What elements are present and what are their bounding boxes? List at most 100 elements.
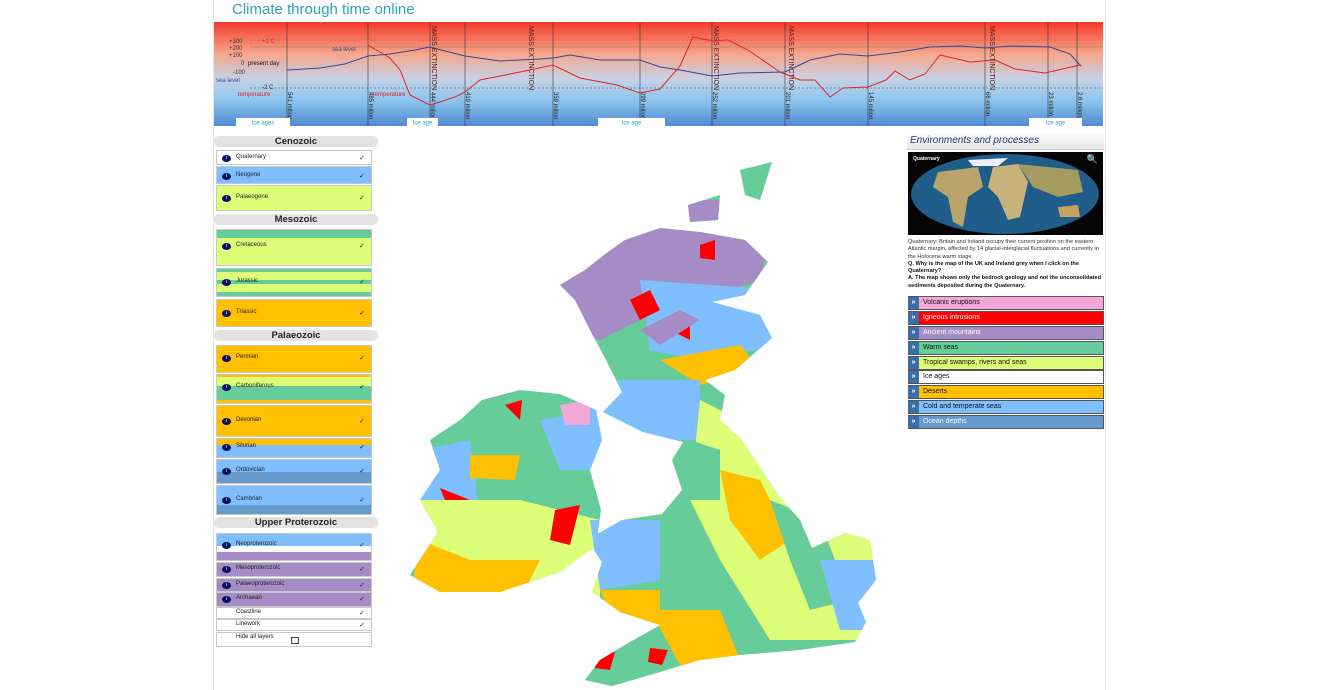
- era-header: Cenozoic: [214, 136, 378, 147]
- layer-toggle-carboniferous[interactable]: i Carboniferous ✓: [216, 374, 372, 404]
- layer-label: Jurassic: [236, 278, 259, 284]
- climate-timeline[interactable]: 541 milion 485 milion 444 milion 419 milion…: [214, 22, 1103, 126]
- checkmark-icon[interactable]: ✓: [359, 467, 365, 475]
- layer-toggle-devonian[interactable]: i Devonian ✓: [216, 405, 372, 437]
- layer-toggle-silurian[interactable]: i Silurian ✓: [216, 438, 372, 458]
- hide-all-label: Hide all layers: [236, 634, 274, 640]
- info-icon[interactable]: i: [222, 418, 231, 425]
- layer-toggle-cretaceous[interactable]: i Cretaceous ✓: [216, 229, 372, 266]
- legend-item[interactable]: » Igneous intrusions: [908, 310, 1104, 325]
- timeline-tick-label: 23 milion: [1047, 92, 1053, 116]
- info-icon[interactable]: i: [222, 173, 231, 180]
- layer-toggle-triassic[interactable]: i Triassic ✓: [216, 299, 372, 327]
- ice-age-marker[interactable]: Ice age: [407, 118, 438, 126]
- checkmark-icon[interactable]: ✓: [359, 565, 365, 573]
- timeline-tick-label: 145 milion: [867, 92, 873, 119]
- info-icon[interactable]: i: [222, 195, 231, 202]
- legend-item[interactable]: » Ice ages: [908, 370, 1104, 385]
- layer-toggle-palaeoproterozoic[interactable]: i Palaeoproterozoic ✓: [216, 578, 372, 592]
- info-icon[interactable]: i: [222, 310, 231, 317]
- checkmark-icon[interactable]: ✓: [359, 172, 365, 180]
- legend-item[interactable]: » Warm seas: [908, 340, 1104, 355]
- ice-age-marker[interactable]: Ice age: [598, 118, 665, 126]
- checkmark-icon[interactable]: ✓: [359, 541, 365, 549]
- expand-arrow-icon[interactable]: »: [908, 386, 919, 399]
- legend-item[interactable]: » Ancient mountains: [908, 325, 1104, 340]
- legend-item[interactable]: » Cold and temperate seas: [908, 400, 1104, 415]
- info-icon[interactable]: i: [222, 279, 231, 286]
- checkmark-icon[interactable]: ✓: [359, 278, 365, 286]
- checkmark-icon[interactable]: ✓: [359, 609, 365, 617]
- info-icon[interactable]: i: [222, 243, 231, 250]
- legend-item[interactable]: » Ocean depths: [908, 415, 1104, 430]
- checkmark-icon[interactable]: ✓: [359, 496, 365, 504]
- zoom-icon[interactable]: 🔍: [1087, 154, 1098, 165]
- layer-toggle-neoproterozoic[interactable]: i Neoproterozoic ✓: [216, 533, 372, 561]
- layer-label: Triassic: [236, 309, 257, 315]
- expand-arrow-icon[interactable]: »: [908, 371, 919, 384]
- plus2-label: +2 C: [262, 39, 276, 45]
- checkmark-icon[interactable]: ✓: [359, 309, 365, 317]
- expand-arrow-icon[interactable]: »: [908, 416, 919, 429]
- info-icon[interactable]: i: [222, 355, 231, 362]
- checkmark-icon[interactable]: ✓: [359, 154, 365, 162]
- legend-label: Deserts: [923, 388, 948, 396]
- info-icon[interactable]: i: [222, 468, 231, 475]
- info-icon[interactable]: i: [222, 566, 231, 573]
- minus2-label: -2 C: [262, 85, 274, 91]
- hide-all-layers-toggle[interactable]: Hide all layers: [216, 632, 372, 647]
- ice-age-marker[interactable]: Ice age: [1029, 118, 1082, 126]
- timeline-background: [214, 22, 1103, 126]
- timeline-tick-label: 252 milion: [711, 92, 717, 119]
- expand-arrow-icon[interactable]: »: [908, 401, 919, 414]
- info-icon[interactable]: i: [222, 444, 231, 451]
- info-icon[interactable]: i: [222, 384, 231, 391]
- info-icon[interactable]: i: [222, 542, 231, 549]
- present-day-label: present day: [248, 61, 279, 67]
- description-text: Quaternary: Britain and Ireland occupy t…: [908, 239, 1099, 260]
- hide-all-checkbox[interactable]: [291, 637, 299, 644]
- layer-toggle-mesoproterozoic[interactable]: i Mesoproterozoic ✓: [216, 562, 372, 577]
- layer-toggle-quaternary[interactable]: i Quaternary ✓: [216, 150, 372, 165]
- checkmark-icon[interactable]: ✓: [359, 621, 365, 629]
- checkmark-icon[interactable]: ✓: [359, 383, 365, 391]
- layer-toggle-archaean[interactable]: i Archaean ✓: [216, 592, 372, 607]
- checkmark-icon[interactable]: ✓: [359, 443, 365, 451]
- expand-arrow-icon[interactable]: »: [908, 356, 919, 369]
- coastline-toggle[interactable]: Coastline ✓: [216, 607, 372, 619]
- layer-toggle-ordovician[interactable]: i Ordovician ✓: [216, 459, 372, 484]
- layer-toggle-jurassic[interactable]: i Jurassic ✓: [216, 268, 372, 297]
- mass-extinction-label: MASS EXTINCTION: [527, 26, 534, 90]
- legend-item[interactable]: » Deserts: [908, 385, 1104, 400]
- expand-arrow-icon[interactable]: »: [908, 326, 919, 339]
- layer-toggle-permian[interactable]: i Permian ✓: [216, 345, 372, 373]
- checkmark-icon[interactable]: ✓: [359, 581, 365, 589]
- linework-toggle[interactable]: Linework ✓: [216, 619, 372, 631]
- legend-item[interactable]: » Volcanic eruptions: [908, 296, 1104, 310]
- ice-age-marker[interactable]: Ice ages: [236, 118, 290, 126]
- geology-map[interactable]: [380, 130, 905, 690]
- info-icon[interactable]: i: [222, 582, 231, 589]
- layer-toggle-cambrian[interactable]: i Cambrian ✓: [216, 485, 372, 515]
- checkmark-icon[interactable]: ✓: [359, 595, 365, 603]
- expand-arrow-icon[interactable]: »: [908, 297, 919, 309]
- legend-label: Ice ages: [923, 373, 950, 381]
- layer-label: Palaeogene: [236, 194, 269, 200]
- legend-item[interactable]: » Tropical swamps, rivers and seas: [908, 355, 1104, 370]
- info-icon[interactable]: i: [222, 596, 231, 603]
- info-icon[interactable]: i: [222, 155, 231, 162]
- layer-toggle-neogene[interactable]: i Neogene ✓: [216, 166, 372, 184]
- environment-legend: » Volcanic eruptions » Igneous intrusions » A…: [908, 296, 1104, 430]
- checkmark-icon[interactable]: ✓: [359, 242, 365, 250]
- checkmark-icon[interactable]: ✓: [359, 417, 365, 425]
- layer-label: Archaean: [236, 595, 262, 601]
- checkmark-icon[interactable]: ✓: [359, 354, 365, 362]
- quaternary-globe-image[interactable]: Quaternary 🔍: [908, 152, 1103, 235]
- info-icon[interactable]: i: [222, 497, 231, 504]
- expand-arrow-icon[interactable]: »: [908, 341, 919, 354]
- layer-label: Devonian: [236, 417, 262, 423]
- ice-age-label: Ice age: [1046, 121, 1066, 127]
- layer-toggle-palaeogene[interactable]: i Palaeogene ✓: [216, 185, 372, 211]
- checkmark-icon[interactable]: ✓: [359, 194, 365, 202]
- expand-arrow-icon[interactable]: »: [908, 311, 919, 324]
